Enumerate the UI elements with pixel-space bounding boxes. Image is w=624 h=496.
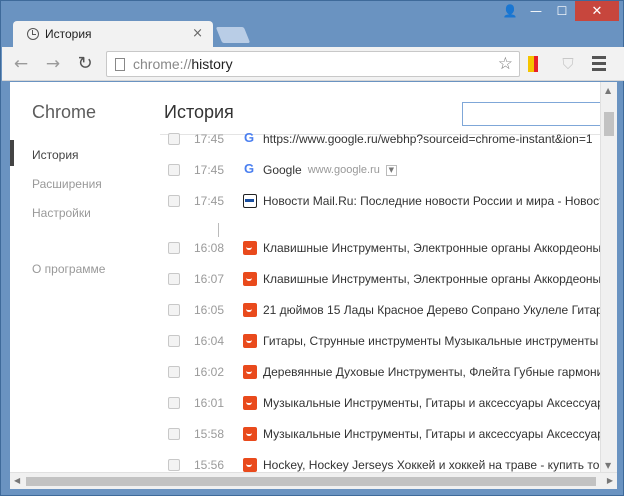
search-input[interactable]	[462, 102, 600, 126]
history-row[interactable]: 16:08 Клавишные Инструменты, Электронные …	[168, 238, 600, 258]
history-row[interactable]: 16:04 Гитары, Струнные инструменты Музыка…	[168, 331, 600, 351]
history-row[interactable]: 16:07 Клавишные Инструменты, Электронные …	[168, 269, 600, 289]
history-row[interactable]: 16:01 Музыкальные Инструменты, Гитары и а…	[168, 393, 600, 413]
shield-extension-icon[interactable]: ⛉	[559, 55, 577, 73]
horizontal-scrollbar[interactable]: ◀ ▶	[10, 472, 617, 489]
row-checkbox[interactable]	[168, 366, 180, 378]
row-time: 15:56	[193, 458, 225, 472]
bookmark-star-icon[interactable]: ☆	[498, 54, 513, 74]
row-domain: www.google.ru	[307, 164, 380, 176]
tab-history[interactable]: История ×	[13, 21, 213, 47]
sidebar-title: Chrome	[32, 102, 97, 122]
history-row[interactable]: 17:45 Новости Mail.Ru: Последние новости …	[168, 191, 600, 211]
sidebar-item-about[interactable]: О программе	[32, 262, 105, 276]
row-time: 15:58	[193, 427, 225, 441]
row-time: 16:01	[193, 396, 225, 410]
window-controls: 👤 — ☐ ✕	[497, 1, 619, 21]
row-time: 16:05	[193, 303, 225, 317]
row-time: 17:45	[193, 194, 225, 208]
row-checkbox[interactable]	[168, 459, 180, 471]
scroll-left-icon[interactable]: ◀	[14, 476, 20, 485]
row-checkbox[interactable]	[168, 133, 180, 145]
close-window-button[interactable]: ✕	[575, 1, 619, 21]
back-button[interactable]: ←	[10, 54, 32, 74]
vertical-scrollbar[interactable]: ▲ ▼	[600, 82, 617, 472]
sidebar-item-extensions[interactable]: Расширения	[32, 177, 102, 191]
history-row[interactable]: 16:05 21 дюймов 15 Лады Красное Дерево Со…	[168, 300, 600, 320]
row-title-link[interactable]: Музыкальные Инструменты, Гитары и аксесс…	[263, 396, 600, 410]
aliexpress-icon	[243, 303, 257, 317]
sidebar-item-settings[interactable]: Настройки	[32, 206, 91, 220]
sidebar-active-indicator	[10, 140, 14, 166]
row-title-link[interactable]: Hockey, Hockey Jerseys Хоккей и хоккей н…	[263, 458, 600, 472]
row-time: 16:08	[193, 241, 225, 255]
aliexpress-icon	[243, 365, 257, 379]
history-icon	[27, 28, 39, 40]
row-title-link[interactable]: Гитары, Струнные инструменты Музыкальные…	[263, 334, 600, 348]
row-title-link[interactable]: Google	[263, 163, 302, 177]
url-path: history	[191, 56, 233, 72]
row-title-link[interactable]: 21 дюймов 15 Лады Красное Дерево Сопрано…	[263, 303, 600, 317]
scroll-up-icon[interactable]: ▲	[605, 86, 611, 95]
row-title-link[interactable]: Музыкальные Инструменты, Гитары и аксесс…	[263, 427, 600, 441]
forward-button[interactable]: →	[42, 54, 64, 74]
row-title-link[interactable]: Клавишные Инструменты, Электронные орган…	[263, 272, 600, 286]
extension-flag-icon[interactable]	[528, 56, 538, 72]
browser-window: 👤 — ☐ ✕ История × ← → ↻ chrome:// histor…	[0, 0, 624, 496]
horizontal-scroll-thumb[interactable]	[26, 477, 596, 486]
maximize-button[interactable]: ☐	[549, 1, 575, 21]
scroll-right-icon[interactable]: ▶	[607, 476, 613, 485]
history-page: Chrome История Расширения Настройки О пр…	[10, 82, 600, 472]
row-time: 16:07	[193, 272, 225, 286]
history-row[interactable]: 15:58 Музыкальные Инструменты, Гитары и а…	[168, 424, 600, 444]
history-row[interactable]: 17:45 https://www.google.ru/webhp?sourcei…	[168, 129, 600, 149]
row-checkbox[interactable]	[168, 428, 180, 440]
new-tab-button[interactable]	[215, 27, 251, 43]
row-checkbox[interactable]	[168, 195, 180, 207]
row-title-link[interactable]: Деревянные Духовые Инструменты, Флейта Г…	[263, 365, 600, 379]
minimize-button[interactable]: —	[523, 1, 549, 21]
row-title-link[interactable]: https://www.google.ru/webhp?sourceid=chr…	[263, 132, 593, 146]
vertical-scroll-thumb[interactable]	[604, 112, 614, 136]
history-row[interactable]: 17:45 Google www.google.ru ▼	[168, 160, 600, 180]
mailru-icon	[243, 194, 257, 208]
history-row[interactable]: 15:56 Hockey, Hockey Jerseys Хоккей и хок…	[168, 455, 600, 472]
row-checkbox[interactable]	[168, 273, 180, 285]
aliexpress-icon	[243, 272, 257, 286]
aliexpress-icon	[243, 458, 257, 472]
page-icon	[115, 57, 125, 71]
row-time: 17:45	[193, 132, 225, 146]
row-checkbox[interactable]	[168, 335, 180, 347]
aliexpress-icon	[243, 334, 257, 348]
scroll-down-icon[interactable]: ▼	[605, 461, 611, 470]
address-bar[interactable]: chrome:// history ☆	[106, 51, 520, 77]
row-checkbox[interactable]	[168, 242, 180, 254]
menu-icon[interactable]	[592, 56, 606, 74]
history-row[interactable]: 16:02 Деревянные Духовые Инструменты, Фле…	[168, 362, 600, 382]
toolbar: ← → ↻ chrome:// history ☆ ⛉	[2, 47, 624, 81]
row-checkbox[interactable]	[168, 164, 180, 176]
row-checkbox[interactable]	[168, 397, 180, 409]
google-icon	[243, 130, 257, 146]
tab-title: История	[45, 27, 92, 41]
row-checkbox[interactable]	[168, 304, 180, 316]
aliexpress-icon	[243, 427, 257, 441]
close-tab-button[interactable]: ×	[192, 26, 203, 41]
row-menu-dropdown-icon[interactable]: ▼	[385, 164, 397, 176]
row-title-link[interactable]: Клавишные Инструменты, Электронные орган…	[263, 241, 600, 255]
google-icon	[243, 161, 257, 177]
page-title: История	[164, 102, 234, 122]
row-time: 17:45	[193, 163, 225, 177]
user-icon[interactable]: 👤	[497, 1, 523, 21]
row-time: 16:02	[193, 365, 225, 379]
time-gap-marker	[218, 223, 219, 237]
sidebar-item-history[interactable]: История	[32, 148, 79, 162]
aliexpress-icon	[243, 241, 257, 255]
aliexpress-icon	[243, 396, 257, 410]
row-time: 16:04	[193, 334, 225, 348]
reload-button[interactable]: ↻	[74, 54, 96, 74]
row-title-link[interactable]: Новости Mail.Ru: Последние новости Росси…	[263, 194, 600, 208]
url-scheme: chrome://	[133, 56, 192, 72]
